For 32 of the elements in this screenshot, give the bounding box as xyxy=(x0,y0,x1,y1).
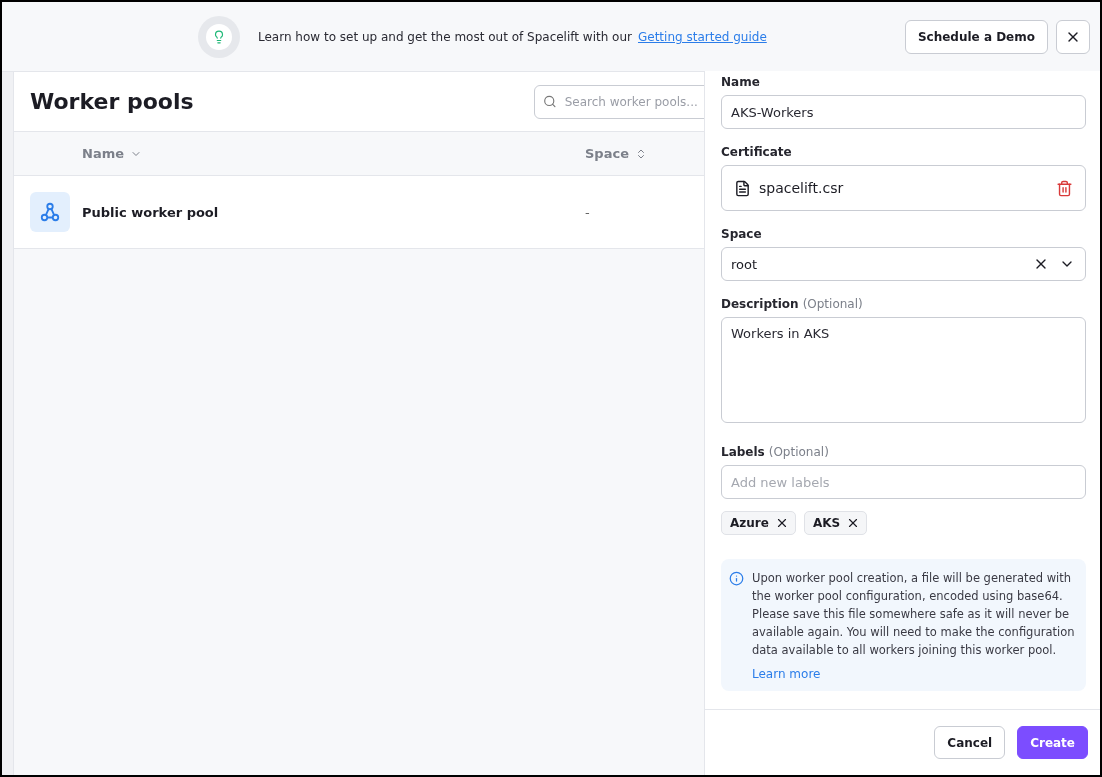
file-icon xyxy=(734,179,751,197)
close-button[interactable] xyxy=(1056,19,1090,54)
banner-text: Learn how to set up and get the most out of Spacelift with our xyxy=(258,29,632,44)
lightbulb-icon xyxy=(198,15,240,58)
column-header[interactable]: Space xyxy=(585,146,647,161)
column-header[interactable]: Name xyxy=(82,146,585,161)
name-input[interactable]: AKS-Workers xyxy=(721,95,1086,129)
field-label: Certificate xyxy=(721,145,793,159)
field-label: Description (Optional) xyxy=(721,297,864,311)
create-button[interactable]: Create xyxy=(1017,726,1088,759)
info-icon xyxy=(729,571,744,586)
schedule-demo-button[interactable]: Schedule a Demo xyxy=(904,19,1048,54)
pool-name[interactable]: Public worker pool xyxy=(82,204,585,220)
info-text: Upon worker pool creation, a file will be generated with the worker pool configuration, encoded using base64. Please save this file somewhere safe as it will never be available again. You will need to make the configuration data available to all workers joining this worker pool. xyxy=(752,570,1076,659)
getting-started-link[interactable]: Getting started guide xyxy=(638,29,767,44)
learn-more-link[interactable]: Learn more xyxy=(752,667,1076,681)
label-tag: AKS xyxy=(803,511,868,535)
cancel-button[interactable]: Cancel xyxy=(934,726,1006,759)
field-label: Labels (Optional) xyxy=(721,445,830,459)
file-name: spacelift.csr xyxy=(759,180,845,196)
delete-button[interactable] xyxy=(1056,179,1073,197)
field-label: Space xyxy=(721,227,763,241)
space-select[interactable]: root xyxy=(721,247,1086,281)
field-label: Name xyxy=(721,75,761,89)
search-icon xyxy=(543,94,557,109)
page-title: Worker pools xyxy=(30,89,194,114)
description-input[interactable]: Workers in AKS xyxy=(721,317,1086,423)
pool-space: - xyxy=(585,204,590,220)
search-field[interactable]: Search worker pools... xyxy=(534,84,704,119)
label-tag: Azure xyxy=(721,511,796,535)
labels-input[interactable]: Add new labels xyxy=(721,465,1086,499)
worker-pool-icon xyxy=(30,192,70,232)
